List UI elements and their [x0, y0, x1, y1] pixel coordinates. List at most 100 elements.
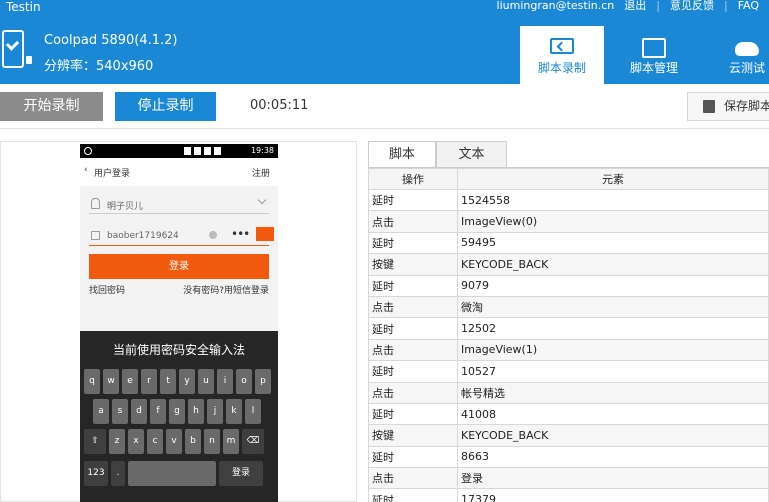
key-login[interactable]: 登录: [219, 461, 263, 486]
keyboard-key[interactable]: k: [226, 399, 242, 424]
element-cell: ImageView(1): [457, 338, 769, 362]
keyboard-key[interactable]: n: [204, 429, 220, 454]
keyboard-key[interactable]: t: [160, 369, 176, 394]
table-row[interactable]: 点击 ImageView(0): [368, 210, 769, 233]
keyboard-key[interactable]: h: [188, 399, 204, 424]
table-row[interactable]: 延时 1524558: [368, 188, 769, 212]
phone-username-field[interactable]: 明子贝儿: [89, 194, 269, 214]
chevron-down-icon[interactable]: [257, 195, 267, 205]
phone-login-button[interactable]: 登录: [89, 254, 269, 279]
person-icon: [91, 198, 100, 209]
table-row[interactable]: 点击 登录: [368, 467, 769, 490]
element-cell: 59495: [457, 231, 769, 255]
keyboard-key[interactable]: d: [131, 399, 147, 424]
status-circle-icon: [84, 147, 92, 155]
table-row[interactable]: 延时 59495: [368, 231, 769, 255]
keyboard-key[interactable]: m: [223, 429, 239, 454]
key-dot[interactable]: .: [111, 461, 125, 486]
keyboard-key[interactable]: j: [207, 399, 223, 424]
keyboard-key[interactable]: s: [112, 399, 128, 424]
table-row[interactable]: 延时 12502: [368, 317, 769, 340]
keyboard-key[interactable]: c: [147, 429, 163, 454]
element-cell: KEYCODE_BACK: [457, 253, 769, 276]
table-row[interactable]: 按键 KEYCODE_BACK: [368, 424, 769, 447]
element-cell: 8663: [457, 445, 769, 469]
save-script-button[interactable]: 保存脚本: [687, 92, 769, 121]
stop-record-button[interactable]: 停止录制: [115, 92, 216, 121]
tab-script-record[interactable]: 脚本录制: [520, 26, 604, 84]
app-title: Testin: [6, 0, 41, 14]
action-cell: 点击: [368, 338, 458, 362]
cloud-icon: [735, 42, 759, 56]
keyboard-key[interactable]: r: [141, 369, 157, 394]
table-row[interactable]: 延时 17379: [368, 488, 769, 502]
show-password-toggle[interactable]: [256, 227, 274, 241]
tab-text[interactable]: 文本: [436, 141, 507, 167]
element-cell: 1524558: [457, 188, 769, 212]
keyboard-key[interactable]: x: [128, 429, 144, 454]
element-cell: 帐号精选: [457, 381, 769, 404]
column-header-action: 操作: [368, 168, 458, 190]
keyboard-key[interactable]: e: [122, 369, 138, 394]
keyboard-key[interactable]: q: [84, 369, 100, 394]
record-icon: [550, 38, 574, 54]
divider: [0, 128, 769, 129]
keyboard-key[interactable]: g: [169, 399, 185, 424]
feedback-link[interactable]: 意见反馈: [670, 0, 714, 12]
keyboard-key[interactable]: v: [166, 429, 182, 454]
tab-label: 云测试: [728, 61, 765, 75]
keyboard-key[interactable]: p: [255, 369, 271, 394]
table-row[interactable]: 延时 41008: [368, 402, 769, 426]
key-123[interactable]: 123: [84, 461, 108, 486]
phone-sms-login-link[interactable]: 没有密码?用短信登录: [183, 283, 269, 296]
table-row[interactable]: 点击 帐号精选: [368, 381, 769, 404]
keyboard-key[interactable]: a: [93, 399, 109, 424]
app-window: Testin liumingran@testin.cn 退出 | 意见反馈 | …: [0, 0, 769, 502]
device-screen[interactable]: 19:38 ‹ 用户登录 注册 明子贝儿 baober1719624 ••• 登…: [80, 144, 278, 502]
table-row[interactable]: 按键 KEYCODE_BACK: [368, 253, 769, 276]
script-tabs: 脚本 文本: [368, 141, 507, 167]
action-cell: 延时: [368, 231, 458, 255]
action-cell: 延时: [368, 402, 458, 426]
separator: |: [656, 0, 660, 12]
tab-cloud-test[interactable]: 云测试: [705, 26, 769, 84]
table-row[interactable]: 延时 8663: [368, 445, 769, 469]
back-arrow-icon[interactable]: ‹: [84, 165, 88, 175]
space-key[interactable]: [128, 461, 216, 486]
phone-forgot-link[interactable]: 找回密码: [89, 283, 125, 296]
keyboard-key[interactable]: i: [217, 369, 233, 394]
table-row[interactable]: 延时 10527: [368, 360, 769, 383]
script-table-container: 操作 元素 延时 1524558 点击 ImageView(0) 延时 59495 按键 KE…: [368, 167, 769, 502]
keyboard-key[interactable]: z: [109, 429, 125, 454]
start-record-button[interactable]: 开始录制: [0, 92, 103, 121]
column-header-element: 元素: [457, 168, 769, 190]
backspace-key-icon[interactable]: ⌫: [242, 429, 264, 454]
table-row[interactable]: 点击 ImageView(1): [368, 338, 769, 362]
keyboard-key[interactable]: o: [236, 369, 252, 394]
tab-script-manage[interactable]: 脚本管理: [612, 26, 696, 84]
keyboard-key[interactable]: f: [150, 399, 166, 424]
logout-link[interactable]: 退出: [624, 0, 646, 12]
clear-icon[interactable]: [209, 231, 217, 239]
element-cell: 17379: [457, 488, 769, 502]
table-row[interactable]: 延时 9079: [368, 274, 769, 297]
element-cell: 登录: [457, 467, 769, 490]
keyboard-key[interactable]: u: [198, 369, 214, 394]
keyboard-key[interactable]: y: [179, 369, 195, 394]
element-cell: 10527: [457, 360, 769, 383]
shift-key-icon[interactable]: ⇧: [84, 429, 106, 454]
table-row[interactable]: 点击 微淘: [368, 295, 769, 319]
action-cell: 延时: [368, 188, 458, 212]
keyboard-key[interactable]: w: [103, 369, 119, 394]
action-cell: 延时: [368, 488, 458, 502]
faq-link[interactable]: FAQ: [738, 0, 759, 12]
element-cell: 41008: [457, 402, 769, 426]
keyboard-key[interactable]: l: [245, 399, 261, 424]
script-table-body: 延时 1524558 点击 ImageView(0) 延时 59495 按键 KEYCODE_…: [368, 188, 769, 502]
device-name: Coolpad 5890(4.1.2): [44, 33, 178, 48]
keyboard-key[interactable]: b: [185, 429, 201, 454]
tab-script[interactable]: 脚本: [368, 141, 436, 167]
phone-nav-bar: ‹ 用户登录 注册: [80, 158, 278, 186]
phone-password-field[interactable]: baober1719624 •••: [89, 226, 274, 246]
phone-register-link[interactable]: 注册: [252, 166, 270, 179]
